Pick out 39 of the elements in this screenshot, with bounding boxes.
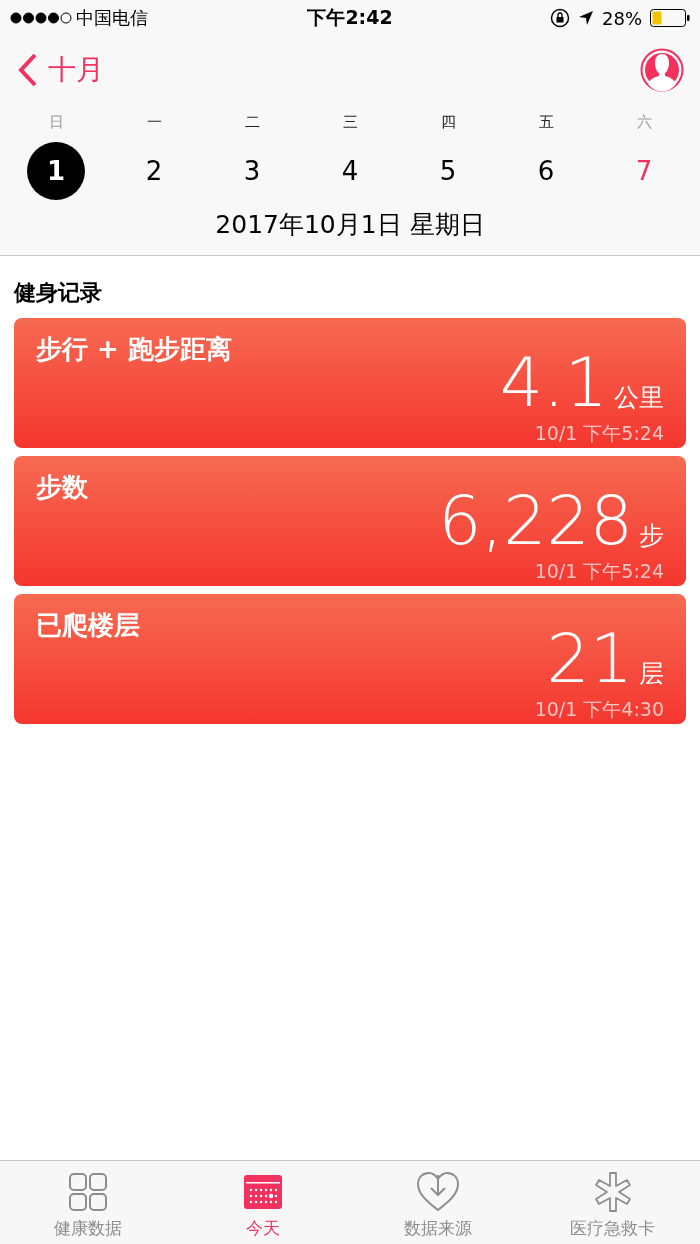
metric-value: 21: [546, 625, 633, 693]
weekday-label: 六: [636, 112, 652, 133]
metric-title: 已爬楼层: [36, 609, 140, 642]
day-button[interactable]: 5: [419, 142, 477, 200]
metric-time: 10/1 下午5:24: [534, 421, 664, 446]
metric-card[interactable]: 已爬楼层 21 层 10/1 下午4:30: [14, 594, 686, 724]
tab-item[interactable]: 健康数据: [0, 1161, 175, 1244]
metric-unit: 公里: [614, 382, 664, 414]
metric-card[interactable]: 步数 6,228 步 10/1 下午5:24: [14, 456, 686, 586]
weekday-label: 五: [538, 112, 554, 133]
metric-time: 10/1 下午4:30: [534, 697, 664, 722]
metric-unit: 步: [639, 520, 664, 552]
tab-item[interactable]: 数据来源: [350, 1161, 525, 1244]
back-button[interactable]: 十月: [18, 51, 104, 89]
metric-time: 10/1 下午5:24: [534, 559, 664, 584]
metric-value: 4.1: [499, 349, 608, 417]
metric-value: 6,228: [438, 487, 633, 555]
weekday-label: 日: [48, 112, 64, 133]
battery-percent: 28%: [602, 7, 642, 29]
weekday-label: 二: [244, 112, 260, 133]
weekday-label: 三: [342, 112, 358, 133]
section-title: 健身记录: [14, 280, 102, 305]
day-button[interactable]: 6: [517, 142, 575, 200]
metric-card[interactable]: 步行 + 跑步距离 4.1 公里 10/1 下午5:24: [14, 318, 686, 448]
tab-item[interactable]: 今天: [175, 1161, 350, 1244]
day-button[interactable]: 2: [125, 142, 183, 200]
day-button[interactable]: 7: [615, 142, 673, 200]
tab-item[interactable]: 医疗急救卡: [525, 1161, 700, 1244]
status-time: 下午2:42: [307, 5, 393, 30]
metric-title: 步行 + 跑步距离: [36, 333, 232, 366]
weekday-label: 四: [440, 112, 456, 133]
metric-unit: 层: [639, 658, 664, 690]
day-button[interactable]: 3: [223, 142, 281, 200]
selected-date: 2017年10月1日 星期日: [214, 209, 486, 241]
weekday-label: 一: [146, 112, 162, 133]
day-button[interactable]: 4: [321, 142, 379, 200]
day-button[interactable]: 1: [27, 142, 85, 200]
carrier-name: 中国电信: [76, 6, 148, 30]
metric-title: 步数: [36, 471, 88, 504]
